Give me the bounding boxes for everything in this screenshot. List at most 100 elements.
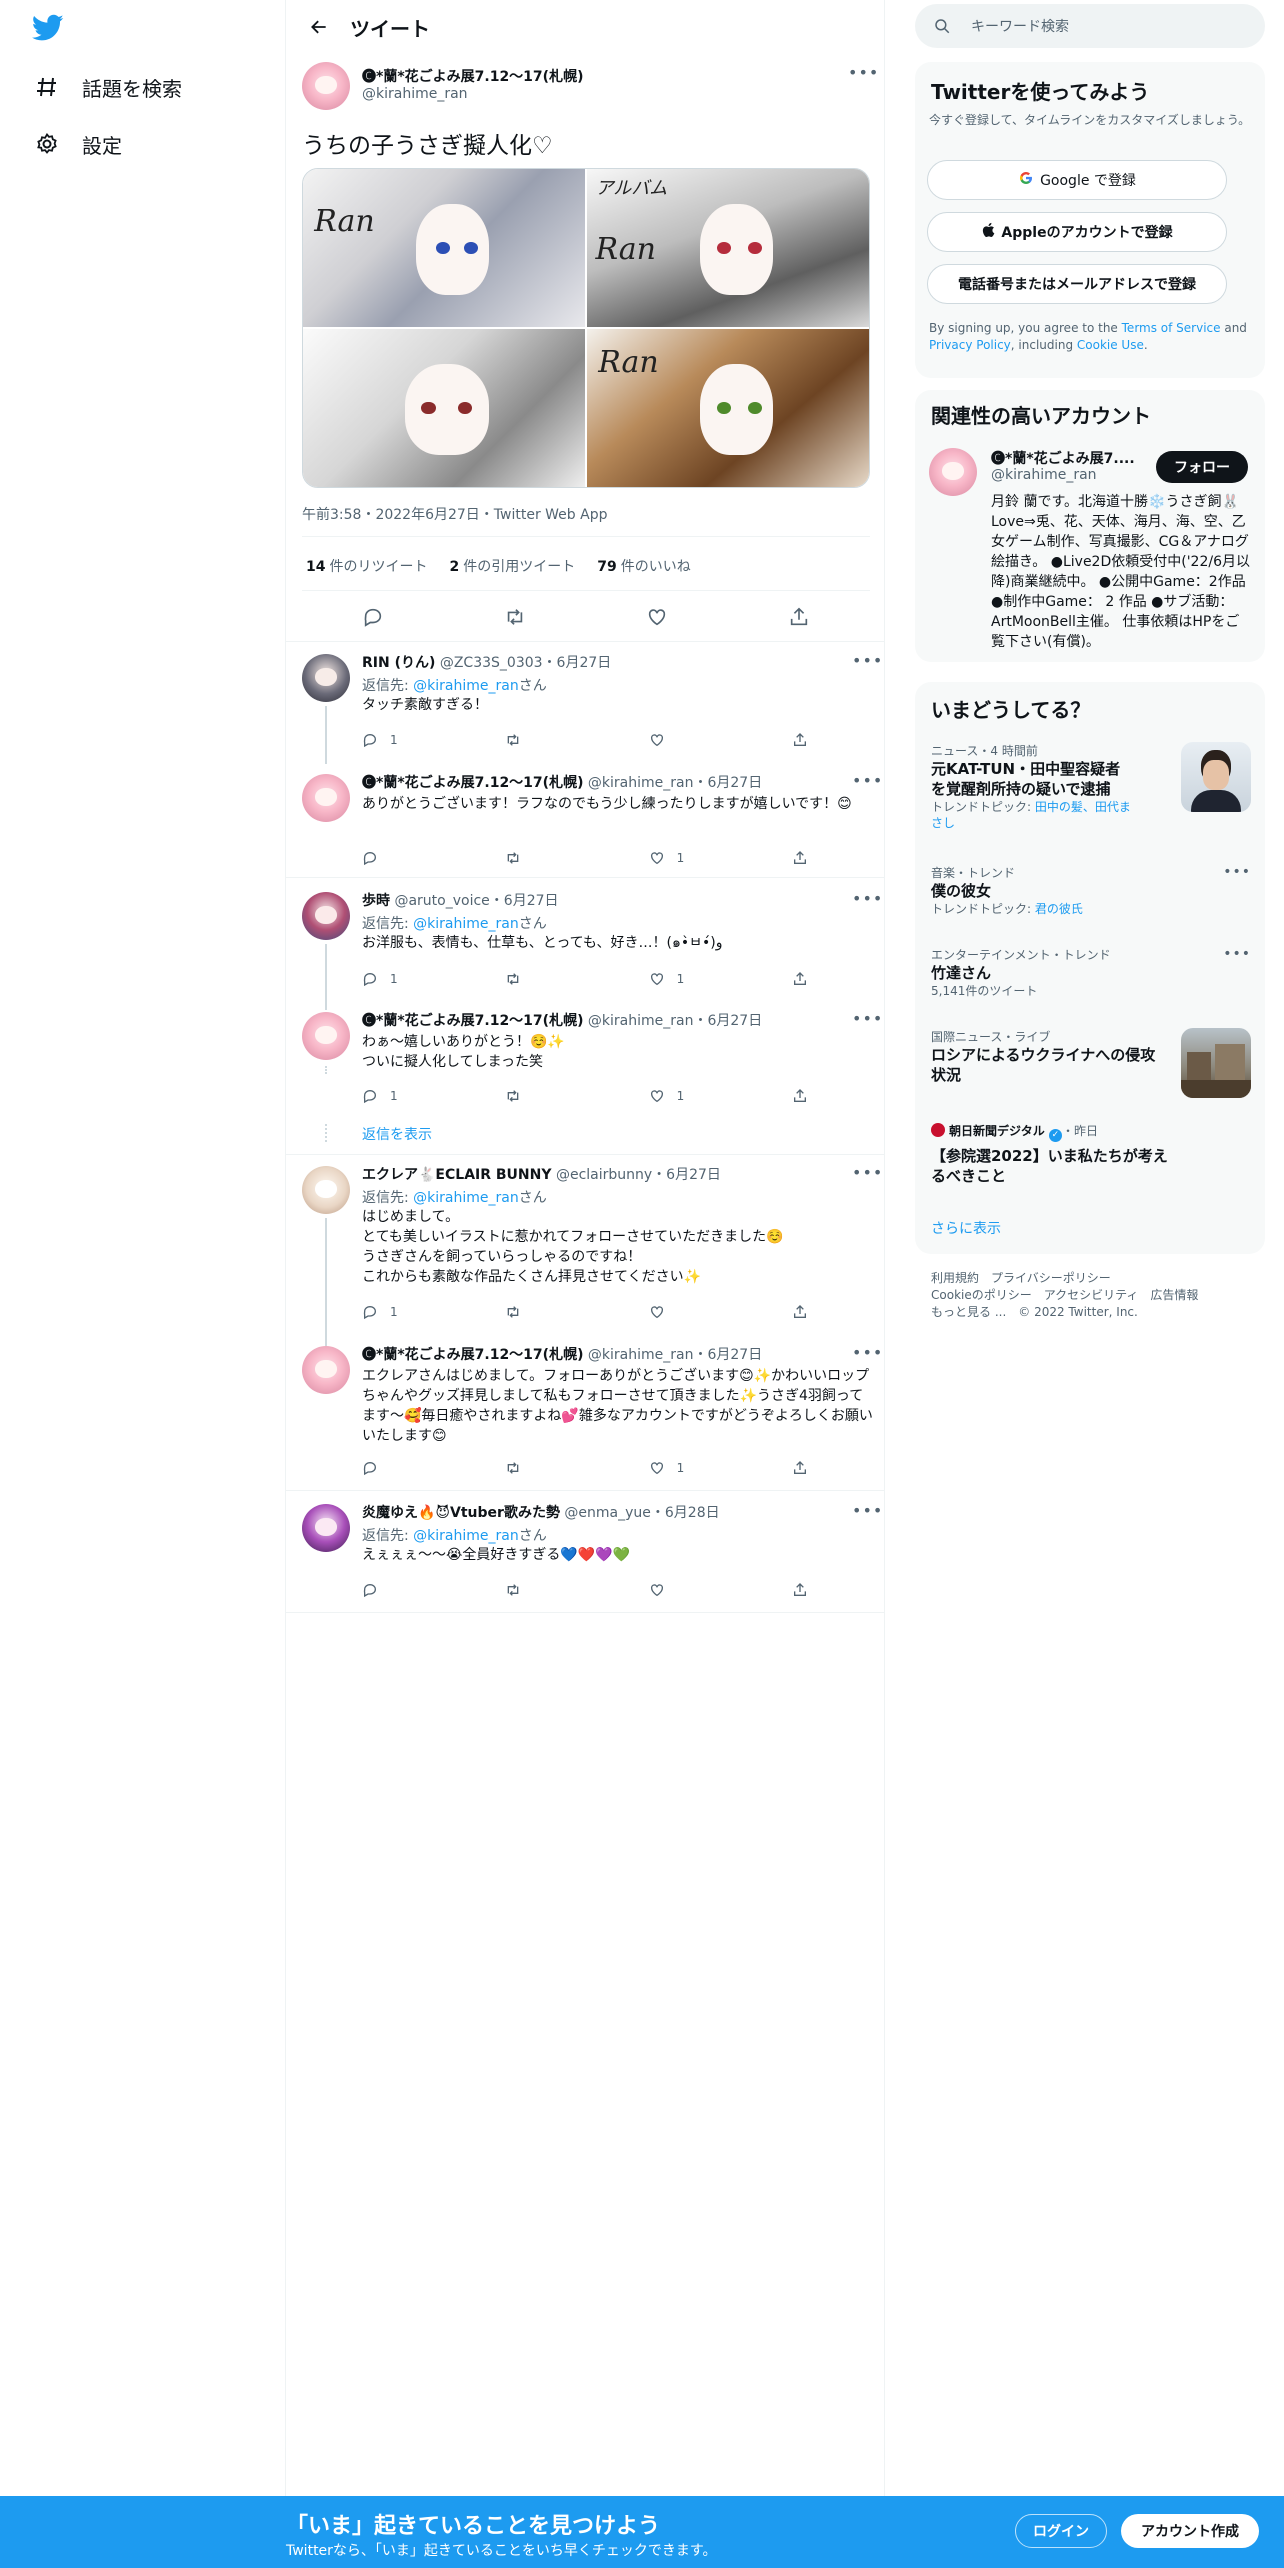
avatar[interactable] <box>302 1012 350 1060</box>
avatar[interactable] <box>302 62 350 110</box>
reply-item[interactable]: RIN (りん) @ZC33S_0303・6月27日 ••• 返信先: @kir… <box>286 653 884 764</box>
back-arrow-icon[interactable] <box>302 10 336 44</box>
like-icon[interactable]: 1 <box>649 969 749 989</box>
like-icon[interactable] <box>649 730 749 750</box>
reply-item[interactable]: 🅒*蘭*花ごよみ展7.12～17(札幌) @kirahime_ran・6月27日… <box>286 773 884 874</box>
author-handle[interactable]: @kirahime_ran <box>362 86 468 102</box>
footer-terms[interactable]: 利用規約 <box>931 1271 979 1285</box>
like-icon[interactable] <box>640 600 674 634</box>
signup-button[interactable]: アカウント作成 <box>1121 2514 1259 2548</box>
reply-icon[interactable]: 1 <box>362 730 462 750</box>
reply-icon[interactable]: 1 <box>362 1086 462 1106</box>
media-image-3[interactable] <box>303 329 585 487</box>
avatar[interactable] <box>302 1346 350 1394</box>
reply-icon[interactable] <box>362 1458 462 1478</box>
more-icon[interactable]: ••• <box>852 891 882 914</box>
login-button[interactable]: ログイン <box>1015 2514 1107 2548</box>
trend-thumbnail[interactable] <box>1181 1028 1251 1098</box>
reply-author-name[interactable]: 🅒*蘭*花ごよみ展7.12～17(札幌) <box>362 775 583 791</box>
avatar[interactable] <box>929 448 977 496</box>
trend-thumbnail[interactable] <box>1181 742 1251 812</box>
share-icon[interactable] <box>792 1580 812 1600</box>
nav-explore[interactable]: 話題を検索 <box>34 67 182 107</box>
related-name[interactable]: 🅒*蘭*花ごよみ展7.... <box>991 448 1135 468</box>
share-icon[interactable] <box>792 969 812 989</box>
nav-settings[interactable]: 設定 <box>34 124 122 164</box>
share-icon[interactable] <box>782 600 816 634</box>
like-icon[interactable]: 1 <box>649 1086 749 1106</box>
apple-signup-button[interactable]: Appleのアカウントで登録 <box>927 212 1227 252</box>
retweet-icon[interactable] <box>505 1580 605 1600</box>
avatar[interactable] <box>302 654 350 702</box>
retweet-icon[interactable] <box>505 848 605 868</box>
search-input[interactable]: キーワード検索 <box>915 4 1265 48</box>
reply-author-name[interactable]: 炎魔ゆえ🔥😈Vtuber歌みた勢 <box>362 1505 560 1521</box>
reply-author-name[interactable]: 🅒*蘭*花ごよみ展7.12～17(札幌) <box>362 1013 583 1029</box>
phone-email-signup-button[interactable]: 電話番号またはメールアドレスで登録 <box>927 264 1227 304</box>
avatar[interactable] <box>302 774 350 822</box>
share-icon[interactable] <box>792 730 812 750</box>
reply-icon[interactable] <box>362 1580 462 1600</box>
footer-cookie[interactable]: Cookieのポリシー <box>931 1288 1032 1302</box>
retweet-icon[interactable] <box>498 600 532 634</box>
reply-item[interactable]: 🅒*蘭*花ごよみ展7.12～17(札幌) @kirahime_ran・6月27日… <box>286 1011 884 1143</box>
trend-item[interactable]: ニュース・4 時間前 元KAT-TUN・田中聖容疑者を覚醒剤所持の疑いで逮捕 ト… <box>931 742 1131 831</box>
more-icon[interactable]: ••• <box>1223 864 1251 880</box>
trend-item[interactable]: 国際ニュース・ライブ ロシアによるウクライナへの侵攻状況 <box>931 1028 1161 1085</box>
footer-accessibility[interactable]: アクセシビリティ <box>1044 1288 1139 1302</box>
reply-item[interactable]: 歩時 @aruto_voice・6月27日 ••• 返信先: @kirahime… <box>286 891 884 1010</box>
footer-more[interactable]: もっと見る ... <box>931 1305 1006 1319</box>
avatar[interactable] <box>302 1166 350 1214</box>
terms-link[interactable]: Terms of Service <box>1122 321 1221 335</box>
retweet-icon[interactable] <box>505 730 605 750</box>
share-icon[interactable] <box>792 848 812 868</box>
author-name[interactable]: 🅒*蘭*花ごよみ展7.12～17(札幌) <box>362 66 583 86</box>
follow-button[interactable]: フォロー <box>1156 451 1248 483</box>
media-image-1[interactable]: Ran <box>303 169 585 327</box>
quote-stat[interactable]: 2 件の引用ツイート <box>449 556 575 576</box>
twitter-logo-icon[interactable] <box>31 14 66 44</box>
reply-author-name[interactable]: エクレア🐇ECLAIR BUNNY <box>362 1167 552 1183</box>
avatar[interactable] <box>302 1504 350 1552</box>
reply-icon[interactable]: 1 <box>362 1302 462 1322</box>
like-stat[interactable]: 79 件のいいね <box>597 556 690 576</box>
reply-author-name[interactable]: 🅒*蘭*花ごよみ展7.12～17(札幌) <box>362 1347 583 1363</box>
retweet-icon[interactable] <box>505 969 605 989</box>
retweet-icon[interactable] <box>505 1302 605 1322</box>
footer-ads[interactable]: 広告情報 <box>1150 1288 1198 1302</box>
reply-item[interactable]: エクレア🐇ECLAIR BUNNY @eclairbunny・6月27日 •••… <box>286 1165 884 1346</box>
more-icon[interactable]: ••• <box>852 773 882 796</box>
more-icon[interactable]: ••• <box>848 65 878 88</box>
like-icon[interactable] <box>649 1302 749 1322</box>
more-icon[interactable]: ••• <box>852 1503 882 1526</box>
more-icon[interactable]: ••• <box>1223 946 1251 962</box>
tweet-media[interactable]: Ran Ran アルバム Ran <box>302 168 870 488</box>
more-icon[interactable]: ••• <box>852 1011 882 1034</box>
show-replies-link[interactable]: 返信を表示 <box>362 1124 432 1144</box>
avatar[interactable] <box>302 892 350 940</box>
like-icon[interactable]: 1 <box>649 848 749 868</box>
like-icon[interactable]: 1 <box>649 1458 749 1478</box>
retweet-icon[interactable] <box>505 1458 605 1478</box>
google-signup-button[interactable]: Google で登録 <box>927 160 1227 200</box>
retweet-icon[interactable] <box>505 1086 605 1106</box>
tweet-timestamp[interactable]: 午前3:58・2022年6月27日・Twitter Web App <box>302 504 607 524</box>
more-icon[interactable]: ••• <box>852 653 882 676</box>
retweet-stat[interactable]: 14 件のリツイート <box>306 556 427 576</box>
media-image-2[interactable]: Ran アルバム <box>587 169 869 327</box>
related-handle[interactable]: @kirahime_ran <box>991 467 1097 483</box>
share-icon[interactable] <box>792 1086 812 1106</box>
reply-item[interactable]: 🅒*蘭*花ごよみ展7.12～17(札幌) @kirahime_ran・6月27日… <box>286 1345 884 1486</box>
like-icon[interactable] <box>649 1580 749 1600</box>
share-icon[interactable] <box>792 1302 812 1322</box>
show-more-link[interactable]: さらに表示 <box>931 1218 1001 1238</box>
reply-item[interactable]: 炎魔ゆえ🔥😈Vtuber歌みた勢 @enma_yue・6月28日 ••• 返信先… <box>286 1503 884 1604</box>
more-icon[interactable]: ••• <box>852 1345 882 1368</box>
trend-item[interactable]: 音楽・トレンド 僕の彼女 トレンドトピック: 君の彼氏 ••• <box>931 864 1251 917</box>
privacy-link[interactable]: Privacy Policy <box>929 338 1011 352</box>
reply-author-name[interactable]: RIN (りん) <box>362 655 435 671</box>
share-icon[interactable] <box>792 1458 812 1478</box>
reply-icon[interactable]: 1 <box>362 969 462 989</box>
trend-item[interactable]: エンターテインメント・トレンド 竹達さん 5,141件のツイート ••• <box>931 946 1251 999</box>
reply-icon[interactable] <box>356 600 390 634</box>
